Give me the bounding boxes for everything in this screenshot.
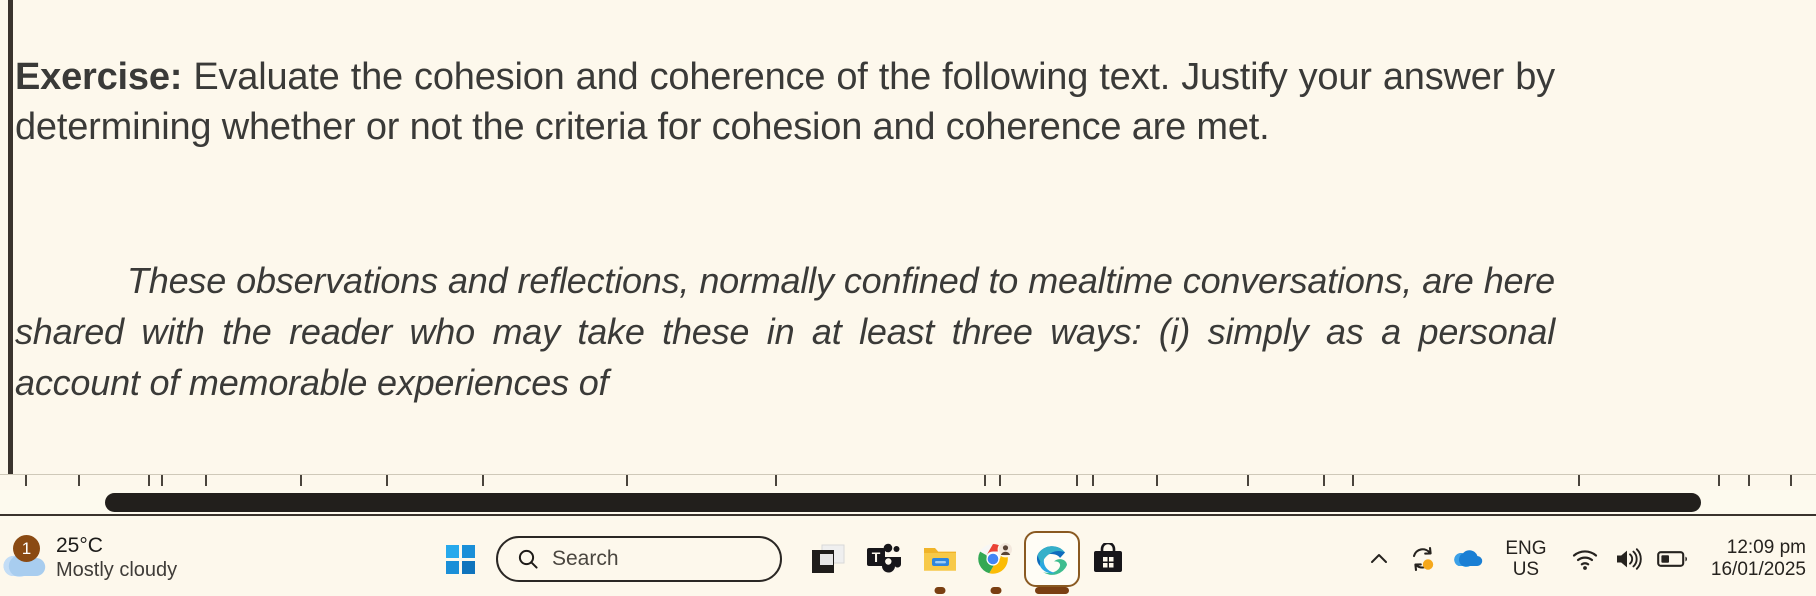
edge-icon [1036, 546, 1067, 575]
running-indicator [934, 587, 946, 594]
tray-sync-status[interactable] [1401, 533, 1445, 585]
wifi-icon [1572, 550, 1598, 570]
chrome-icon [978, 541, 1014, 574]
tray-overflow-button[interactable] [1357, 533, 1401, 585]
document-page: Exercise: Evaluate the cohesion and cohe… [13, 0, 1816, 474]
language-line-2: US [1512, 559, 1540, 580]
taskbar-app-microsoft-teams[interactable]: T [856, 531, 912, 587]
clock-date: 16/01/2025 [1710, 559, 1806, 580]
weather-notification-badge: 1 [13, 535, 40, 562]
folder-icon [924, 548, 956, 571]
taskbar: 1 25°C Mostly cloudy Search T ENG US 12:… [0, 518, 1816, 596]
exercise-label: Exercise: [15, 56, 183, 98]
windows-logo-icon [445, 544, 475, 574]
tray-language-indicator[interactable]: ENG US [1495, 538, 1557, 581]
weather-widget[interactable]: 1 25°C Mostly cloudy [0, 526, 230, 590]
search-icon [518, 549, 538, 569]
tray-onedrive[interactable] [1445, 533, 1489, 585]
quoted-passage-paragraph: These observations and reflections, norm… [15, 260, 1555, 403]
teams-icon: T [867, 543, 901, 573]
taskbar-app-task-view[interactable] [800, 531, 856, 587]
running-indicator-active [1035, 587, 1069, 594]
horizontal-scrollbar[interactable] [0, 490, 1816, 516]
language-line-1: ENG [1505, 537, 1547, 559]
task-view-icon [812, 544, 845, 573]
clock-time: 12:09 pm [1726, 536, 1806, 558]
weather-condition: Mostly cloudy [56, 558, 178, 581]
weather-icon-wrapper: 1 [2, 535, 48, 581]
taskbar-clock[interactable]: 12:09 pm 16/01/2025 [1695, 537, 1810, 582]
chevron-up-icon [1370, 554, 1387, 563]
store-icon [1094, 543, 1122, 572]
taskbar-app-microsoft-edge[interactable] [1024, 531, 1080, 594]
system-tray: ENG US 12:09 pm 16/01/2025 [1357, 520, 1810, 596]
battery-icon [1657, 551, 1687, 567]
taskbar-center-cluster: Search T [432, 520, 1136, 596]
speaker-icon [1616, 548, 1642, 570]
onedrive-cloud-icon [1454, 550, 1483, 568]
sync-icon [1412, 546, 1434, 572]
search-input[interactable]: Search [496, 536, 782, 582]
ruler-tick-strip [0, 474, 1816, 490]
screen: Exercise: Evaluate the cohesion and cohe… [0, 0, 1816, 596]
exercise-body: Evaluate the cohesion and coherence of t… [15, 56, 1555, 148]
search-placeholder: Search [552, 547, 619, 570]
taskbar-app-microsoft-store[interactable] [1080, 531, 1136, 587]
taskbar-app-file-explorer[interactable] [912, 531, 968, 594]
horizontal-scroll-thumb[interactable] [105, 493, 1701, 512]
start-button[interactable] [432, 531, 488, 587]
running-indicator [990, 587, 1002, 594]
svg-text:T: T [872, 549, 881, 565]
document-viewport[interactable]: Exercise: Evaluate the cohesion and cohe… [0, 0, 1816, 492]
weather-temperature: 25°C [56, 534, 103, 558]
tray-battery[interactable] [1651, 533, 1695, 585]
exercise-paragraph: Exercise: Evaluate the cohesion and cohe… [15, 52, 1555, 152]
taskbar-app-google-chrome[interactable] [968, 531, 1024, 594]
weather-text: 25°C Mostly cloudy [56, 534, 177, 581]
tray-volume[interactable] [1607, 533, 1651, 585]
tray-network[interactable] [1563, 533, 1607, 585]
